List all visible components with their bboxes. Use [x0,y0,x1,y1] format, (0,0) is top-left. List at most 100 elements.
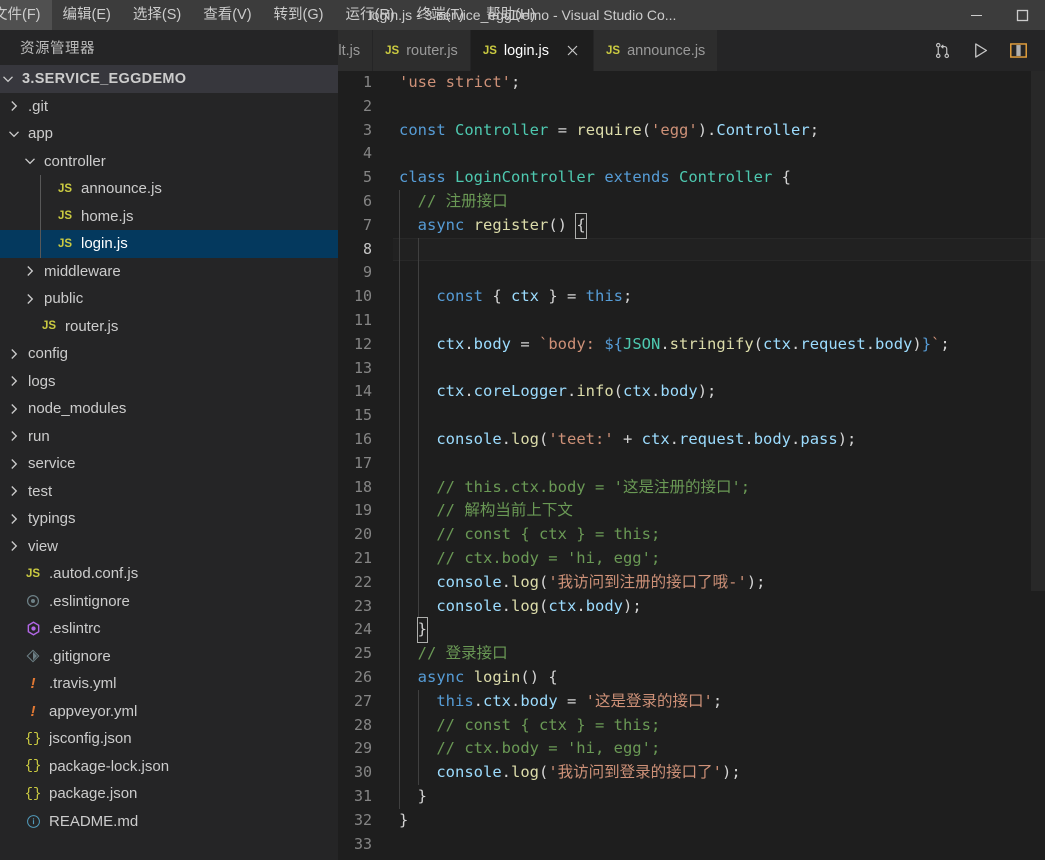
code-line[interactable]: 19 // 解构当前上下文 [338,499,1045,523]
line-content[interactable]: console.log('teet:' + ctx.request.body.p… [394,428,856,452]
maximize-button[interactable] [999,0,1045,30]
tab-router-js[interactable]: JS router.js [373,30,471,71]
line-content[interactable]: async login() { [394,666,558,690]
tree-item-jsconfig-json[interactable]: {} jsconfig.json [0,725,338,753]
line-content[interactable]: // ctx.body = 'hi, egg'; [394,547,660,571]
line-content[interactable]: // this.ctx.body = '这是注册的接口'; [394,476,750,500]
code-line[interactable]: 28 // const { ctx } = this; [338,714,1045,738]
menu-item-6[interactable]: 终端(T) [406,0,476,30]
split-changes-icon[interactable] [927,36,957,66]
chevron-right-icon[interactable] [6,373,22,389]
line-content[interactable]: console.log(ctx.body); [394,595,641,619]
code-line[interactable]: 27 this.ctx.body = '这是登录的接口'; [338,690,1045,714]
code-line[interactable]: 2 [338,95,1045,119]
code-line[interactable]: 32} [338,809,1045,833]
tree-item-readme-md[interactable]: README.md [0,808,338,836]
tab-g-default-js[interactable]: g.default.js [338,30,374,71]
code-line[interactable]: 4 [338,142,1045,166]
tree-item-service[interactable]: service [0,450,338,478]
line-content[interactable]: // 注册接口 [394,190,508,214]
chevron-right-icon[interactable] [6,401,22,417]
code-editor[interactable]: 1'use strict'; 2 3 const Controller = requi… [338,71,1045,860]
code-line[interactable]: 11 [338,309,1045,333]
line-content[interactable]: } [394,617,429,644]
tree-item-login-js[interactable]: JS login.js [0,230,338,258]
chevron-down-icon[interactable] [0,71,16,87]
code-line[interactable]: 8 [338,237,1045,262]
chevron-down-icon[interactable] [6,126,22,142]
code-line[interactable]: 6 // 注册接口 [338,190,1045,214]
tab-list[interactable]: g.default.js JS router.js JS login.js JS annou… [338,30,719,71]
code-line[interactable]: 31 } [338,785,1045,809]
code-line[interactable]: 13 [338,357,1045,381]
menu-item-5[interactable]: 运行(R) [334,0,405,30]
code-line[interactable]: 29 // ctx.body = 'hi, egg'; [338,737,1045,761]
chevron-right-icon[interactable] [6,346,22,362]
tree-item-router-js[interactable]: JS router.js [0,313,338,341]
code-viewport[interactable]: 1'use strict'; 2 3 const Controller = requi… [338,71,1045,860]
line-content[interactable]: ctx.body = `body: ${JSON.stringify(ctx.r… [394,333,949,357]
line-content[interactable]: console.log('我访问到注册的接口了哦-'); [394,571,765,595]
code-line[interactable]: 7 async register() { [338,212,1045,239]
tree-item-test[interactable]: test [0,478,338,506]
chevron-right-icon[interactable] [22,291,38,307]
chevron-right-icon[interactable] [22,263,38,279]
tab-announce-js[interactable]: JS announce.js [594,30,719,71]
code-line[interactable]: 21 // ctx.body = 'hi, egg'; [338,547,1045,571]
tree-item-controller[interactable]: controller [0,148,338,176]
line-content[interactable]: } [394,809,408,833]
chevron-right-icon[interactable] [6,538,22,554]
code-line[interactable]: 14 ctx.coreLogger.info(ctx.body); [338,380,1045,404]
line-content[interactable]: // const { ctx } = this; [394,523,660,547]
menu-item-3[interactable]: 查看(V) [192,0,262,30]
code-line[interactable]: 18 // this.ctx.body = '这是注册的接口'; [338,476,1045,500]
tree-item-logs[interactable]: logs [0,368,338,396]
editor-vertical-scrollbar[interactable] [1031,71,1045,860]
code-line[interactable]: 15 [338,404,1045,428]
tree-item-announce-js[interactable]: JS announce.js [0,175,338,203]
code-line[interactable]: 12 ctx.body = `body: ${JSON.stringify(ct… [338,333,1045,357]
tree-item--eslintignore[interactable]: .eslintignore [0,588,338,616]
split-editor-icon[interactable] [1003,36,1033,66]
line-content[interactable]: class LoginController extends Controller… [394,166,791,190]
tree-item-app[interactable]: app [0,120,338,148]
line-content[interactable]: this.ctx.body = '这是登录的接口'; [394,690,722,714]
code-line[interactable]: 23 console.log(ctx.body); [338,595,1045,619]
code-line[interactable]: 20 // const { ctx } = this; [338,523,1045,547]
chevron-right-icon[interactable] [6,483,22,499]
tree-item--git[interactable]: .git [0,93,338,121]
tree-root-row[interactable]: 3.SERVICE_EGGDEMO [0,65,338,93]
line-content[interactable]: ctx.coreLogger.info(ctx.body); [394,380,716,404]
chevron-right-icon[interactable] [6,511,22,527]
tree-item-package-lock-json[interactable]: {} package-lock.json [0,753,338,781]
tree-item-view[interactable]: view [0,533,338,561]
tree-item--eslintrc[interactable]: .eslintrc [0,615,338,643]
chevron-down-icon[interactable] [22,153,38,169]
code-line[interactable]: 25 // 登录接口 [338,642,1045,666]
code-line[interactable]: 9 [338,261,1045,285]
line-content[interactable]: // ctx.body = 'hi, egg'; [394,737,660,761]
run-icon[interactable] [965,36,995,66]
code-lines[interactable]: 1'use strict'; 2 3 const Controller = requi… [338,71,1045,856]
tree-item-public[interactable]: public [0,285,338,313]
code-line[interactable]: 26 async login() { [338,666,1045,690]
line-content[interactable]: const Controller = require('egg').Contro… [394,119,819,143]
tree-item-typings[interactable]: typings [0,505,338,533]
tree-item--travis-yml[interactable]: ! .travis.yml [0,670,338,698]
menu-item-1[interactable]: 编辑(E) [52,0,122,30]
line-content[interactable]: // const { ctx } = this; [394,714,660,738]
code-line[interactable]: 33 [338,833,1045,857]
line-content[interactable]: // 解构当前上下文 [394,499,573,523]
code-line[interactable]: 16 console.log('teet:' + ctx.request.bod… [338,428,1045,452]
code-line[interactable]: 3 const Controller = require('egg').Contr… [338,119,1045,143]
chevron-right-icon[interactable] [6,98,22,114]
tree-item-config[interactable]: config [0,340,338,368]
code-line[interactable]: 10 const { ctx } = this; [338,285,1045,309]
line-content[interactable]: console.log('我访问到登录的接口了'); [394,761,740,785]
line-content[interactable]: async register() { [394,212,587,239]
code-line[interactable]: 17 [338,452,1045,476]
line-content[interactable]: 'use strict'; [394,71,520,95]
code-line[interactable]: 1 'use strict'; [338,71,1045,95]
menu-item-7[interactable]: 帮助(H) [475,0,546,30]
code-line[interactable]: 22 console.log('我访问到注册的接口了哦-'); [338,571,1045,595]
